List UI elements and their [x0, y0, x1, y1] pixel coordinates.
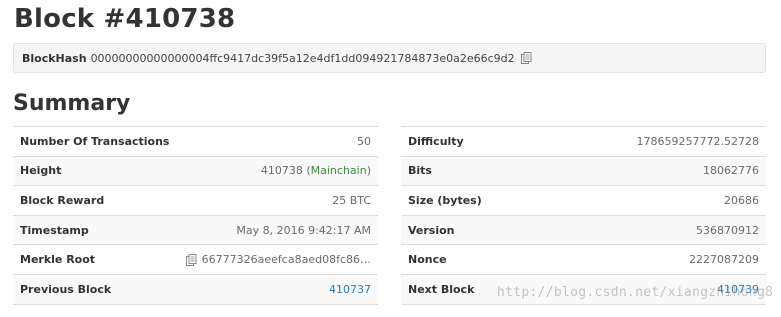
copy-icon[interactable] [520, 52, 532, 64]
block-hash-value: 00000000000000004ffc9417dc39f5a12e4df1dd… [90, 51, 515, 65]
size-label: Size (bytes) [408, 193, 482, 207]
page-title: Block #410738 [14, 4, 236, 34]
table-row: Height 410738 (Mainchain) [13, 156, 378, 187]
block-hash-label: BlockHash [22, 51, 87, 65]
height-label: Height [20, 164, 62, 178]
bits-value: 18062776 [703, 164, 759, 178]
table-row: Merkle Root 66777326aeefca8aed08fc86… [13, 245, 378, 275]
copy-icon[interactable] [185, 253, 197, 266]
height-chain-prefix: ( [302, 164, 311, 178]
mainchain-link[interactable]: Mainchain [311, 164, 367, 177]
previous-block-link[interactable]: 410737 [329, 283, 371, 296]
summary-title: Summary [13, 91, 131, 116]
table-row: Number Of Transactions 50 [13, 127, 378, 157]
table-row: Size (bytes) 20686 [401, 186, 766, 216]
summary-table-left: Number Of Transactions 50 Height 410738 … [13, 126, 378, 305]
size-value: 20686 [724, 193, 759, 207]
previous-block-label: Previous Block [20, 282, 112, 296]
merkle-value-group: 66777326aeefca8aed08fc86… [185, 253, 371, 267]
table-row: Difficulty 178659257772.52728 [401, 127, 766, 157]
height-value-group: 410738 (Mainchain) [261, 164, 371, 177]
watermark: http://blog.csdn.net/xiangzhihong8 [497, 285, 774, 300]
nonce-label: Nonce [408, 253, 447, 267]
timestamp-label: Timestamp [20, 223, 89, 237]
timestamp-value: May 8, 2016 9:42:17 AM [236, 223, 371, 237]
height-value: 410738 [260, 164, 303, 178]
summary-table-right: Difficulty 178659257772.52728 Bits 18062… [401, 126, 766, 305]
reward-label: Block Reward [20, 193, 105, 207]
nonce-value: 2227087209 [689, 253, 759, 267]
table-row: Version 536870912 [401, 215, 766, 246]
block-hash-box: BlockHash 00000000000000004ffc9417dc39f5… [13, 43, 766, 73]
table-row: Timestamp May 8, 2016 9:42:17 AM [13, 215, 378, 246]
table-row: Previous Block 410737 [13, 274, 378, 305]
merkle-label: Merkle Root [20, 253, 96, 267]
difficulty-label: Difficulty [408, 134, 464, 148]
version-label: Version [408, 223, 455, 237]
table-row: Bits 18062776 [401, 156, 766, 187]
transactions-value: 50 [357, 134, 371, 148]
version-value: 536870912 [696, 223, 759, 237]
height-chain-suffix: ) [366, 164, 371, 178]
table-row: Block Reward 25 BTC [13, 186, 378, 216]
next-block-label: Next Block [408, 282, 475, 296]
transactions-label: Number Of Transactions [20, 134, 170, 148]
difficulty-value: 178659257772.52728 [636, 134, 759, 148]
table-row: Nonce 2227087209 [401, 245, 766, 275]
reward-value: 25 BTC [332, 193, 371, 207]
merkle-value: 66777326aeefca8aed08fc86… [201, 253, 371, 267]
bits-label: Bits [408, 164, 432, 178]
